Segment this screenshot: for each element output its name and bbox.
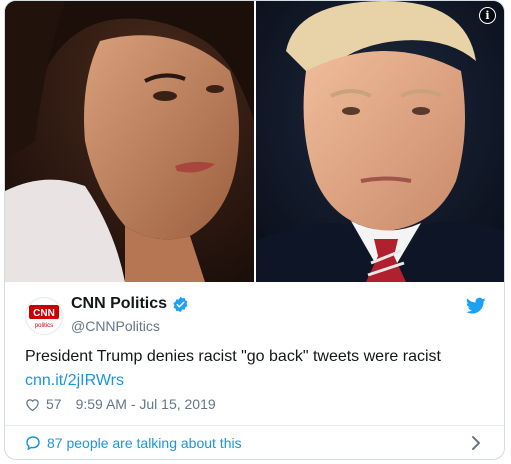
heart-icon[interactable] bbox=[25, 397, 40, 412]
photo-left-image bbox=[5, 1, 254, 282]
photo-right-image bbox=[256, 1, 504, 282]
like-count[interactable]: 57 bbox=[46, 396, 62, 412]
avatar-sub-text: politics bbox=[35, 323, 53, 329]
tweet-link[interactable]: cnn.it/2jIRWrs bbox=[25, 372, 124, 390]
avatar-logo-text: CNN bbox=[33, 308, 55, 319]
tweet-header: CNN politics CNN Politics @CNNPolitics bbox=[5, 284, 504, 344]
photo-left[interactable] bbox=[5, 1, 254, 282]
tweet-timestamp[interactable]: 9:59 AM - Jul 15, 2019 bbox=[76, 396, 216, 412]
twitter-bird-icon[interactable] bbox=[466, 297, 486, 315]
cnn-politics-avatar[interactable]: CNN politics bbox=[25, 297, 63, 335]
photo-right[interactable]: i bbox=[256, 1, 504, 282]
embedded-tweet-card[interactable]: i CNN politics CNN Politics @CNNPolitics… bbox=[4, 0, 505, 460]
tweet-footer[interactable]: 87 people are talking about this bbox=[5, 426, 504, 459]
tweet-text: President Trump denies racist "go back" … bbox=[25, 348, 441, 365]
talking-about-link[interactable]: 87 people are talking about this bbox=[47, 435, 242, 451]
chevron-right-icon[interactable] bbox=[470, 435, 482, 451]
account-name-row: CNN Politics bbox=[71, 295, 189, 313]
tweet-meta: 57 9:59 AM - Jul 15, 2019 bbox=[25, 396, 216, 412]
cnn-logo-icon: CNN politics bbox=[29, 305, 59, 329]
account-handle[interactable]: @CNNPolitics bbox=[71, 318, 160, 334]
tweet-media[interactable]: i bbox=[5, 1, 504, 282]
verified-badge-icon bbox=[173, 296, 188, 312]
account-name[interactable]: CNN Politics bbox=[71, 295, 167, 313]
chat-bubble-icon bbox=[26, 436, 40, 451]
info-icon[interactable]: i bbox=[479, 7, 496, 24]
